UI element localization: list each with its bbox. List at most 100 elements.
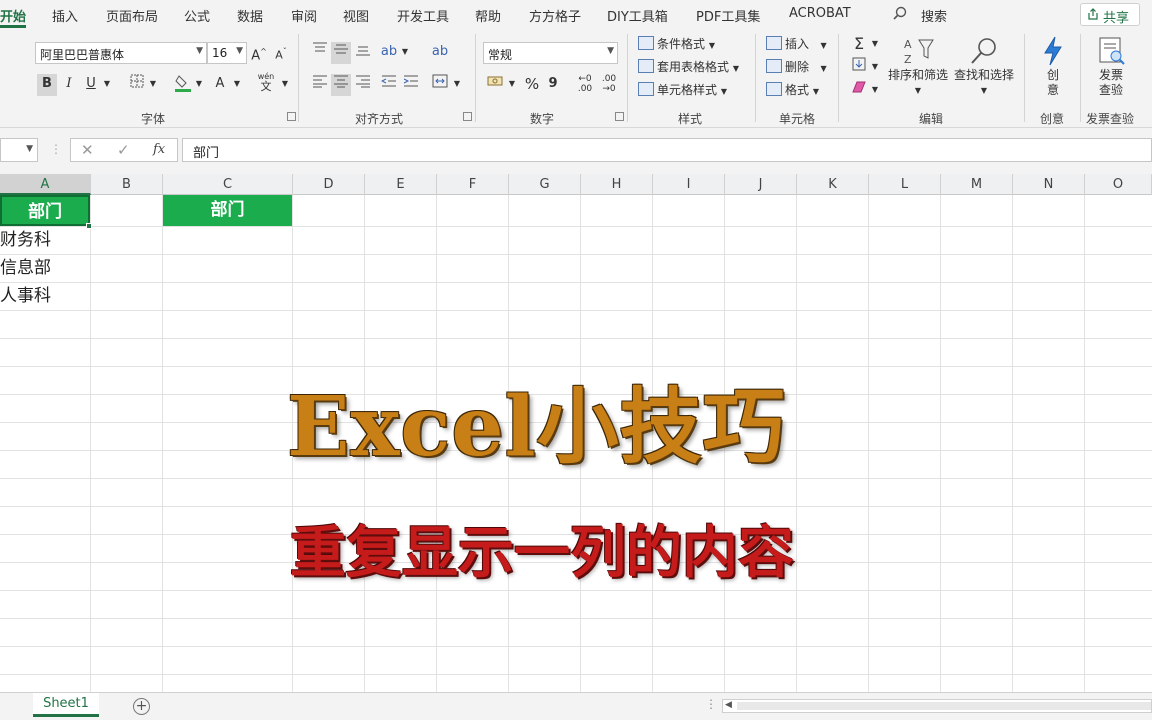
tab-view[interactable]: 视图 [343, 6, 369, 25]
column-header-e[interactable]: E [365, 174, 437, 195]
tab-help[interactable]: 帮助 [475, 6, 501, 25]
tab-fangfang[interactable]: 方方格子 [529, 6, 581, 25]
name-box[interactable]: ▼ [0, 138, 38, 162]
column-header-f[interactable]: F [437, 174, 509, 195]
tab-home[interactable]: 开始 [0, 6, 26, 25]
column-header-a[interactable]: A [0, 174, 91, 195]
font-size-select[interactable]: 16 ▼ [207, 42, 247, 64]
column-header-i[interactable]: I [653, 174, 725, 195]
tab-data[interactable]: 数据 [237, 6, 263, 25]
chevron-down-icon[interactable]: ▼ [507, 74, 517, 96]
chevron-down-icon[interactable]: ▼ [452, 74, 462, 96]
column-header-j[interactable]: J [725, 174, 797, 195]
align-middle-icon[interactable] [331, 42, 351, 64]
tab-diy-toolbox[interactable]: DIY工具箱 [607, 6, 668, 25]
add-sheet-icon[interactable]: + [133, 698, 150, 715]
font-dialog-launcher-icon[interactable] [287, 112, 296, 121]
increase-decimal-icon[interactable]: ←0.00 [575, 74, 595, 96]
horizontal-scrollbar[interactable]: ◀ [722, 699, 1152, 713]
search-icon[interactable] [893, 6, 907, 24]
column-header-c[interactable]: C [163, 174, 293, 195]
column-header-g[interactable]: G [509, 174, 581, 195]
underline-button[interactable]: U [82, 74, 100, 96]
font-name-select[interactable]: 阿里巴巴普惠体 ▼ [35, 42, 207, 64]
fill-color-icon[interactable] [174, 74, 192, 96]
tab-acrobat[interactable]: ACROBAT [789, 6, 851, 21]
cancel-icon[interactable]: ✕ [81, 141, 94, 159]
column-header-l[interactable]: L [869, 174, 941, 195]
chevron-down-icon[interactable]: ▼ [400, 42, 410, 64]
fill-icon[interactable] [850, 57, 868, 79]
tab-pdf-tools[interactable]: PDF工具集 [696, 6, 760, 25]
column-header-k[interactable]: K [797, 174, 869, 195]
chevron-down-icon[interactable]: ▼ [870, 34, 880, 56]
conditional-format-button[interactable]: 条件格式 ▼ [638, 34, 715, 56]
chevron-down-icon[interactable]: ▼ [232, 74, 242, 96]
number-dialog-launcher-icon[interactable] [615, 112, 624, 121]
column-header-h[interactable]: H [581, 174, 653, 195]
cell-a3[interactable]: 信息部 [0, 254, 51, 282]
increase-indent-icon[interactable] [401, 74, 421, 96]
wrap-text-icon[interactable]: ab [430, 42, 450, 64]
more-options-icon[interactable]: ⋮ [705, 697, 717, 711]
percent-style-button[interactable]: % [523, 74, 541, 96]
sheet-tab-sheet1[interactable]: Sheet1 [33, 693, 99, 717]
border-icon[interactable] [128, 74, 146, 96]
format-cells-button[interactable]: 格式 ▼ [766, 80, 819, 102]
cell-a4[interactable]: 人事科 [0, 282, 51, 310]
chevron-down-icon[interactable]: ▼ [194, 74, 204, 96]
fill-handle[interactable] [86, 223, 92, 229]
increase-font-icon[interactable]: A^ [251, 42, 267, 64]
font-color-icon[interactable]: A [212, 74, 228, 96]
align-top-icon[interactable] [310, 42, 330, 64]
chevron-down-icon[interactable]: ▼ [870, 57, 880, 79]
align-right-icon[interactable] [353, 74, 373, 96]
tab-developer[interactable]: 开发工具 [397, 6, 449, 25]
formula-input[interactable]: 部门 [182, 138, 1152, 162]
invoice-check-button[interactable]: 发票 查验 [1088, 36, 1134, 98]
clear-icon[interactable] [850, 80, 868, 102]
tab-insert[interactable]: 插入 [52, 6, 78, 25]
column-header-n[interactable]: N [1013, 174, 1085, 195]
cell-styles-button[interactable]: 单元格样式 ▼ [638, 80, 727, 102]
bold-button[interactable]: B [37, 74, 57, 96]
search-label[interactable]: 搜索 [921, 6, 947, 25]
text-orientation-icon[interactable]: ab [379, 42, 399, 64]
format-as-table-button[interactable]: 套用表格格式 ▼ [638, 57, 739, 79]
align-center-icon[interactable] [331, 74, 351, 96]
cell-c1[interactable]: 部门 [163, 195, 292, 226]
column-header-b[interactable]: B [91, 174, 163, 195]
italic-button[interactable]: I [60, 74, 78, 96]
column-header-d[interactable]: D [293, 174, 365, 195]
cell-a2[interactable]: 财务科 [0, 226, 51, 254]
sort-filter-button[interactable]: AZ 排序和筛选 ▼ [886, 36, 950, 98]
alignment-dialog-launcher-icon[interactable] [463, 112, 472, 121]
decrease-indent-icon[interactable] [379, 74, 399, 96]
cell-a1[interactable]: 部门 [0, 195, 90, 226]
autosum-icon[interactable]: Σ [850, 34, 868, 56]
column-header-o[interactable]: O [1085, 174, 1152, 195]
confirm-icon[interactable]: ✓ [117, 141, 130, 159]
formula-bar-grip-icon[interactable]: ⋮ [50, 142, 62, 156]
merge-center-icon[interactable] [430, 74, 450, 96]
creative-button[interactable]: 创 意 [1034, 36, 1072, 98]
insert-cells-button[interactable]: 插入 ▼ [766, 34, 827, 56]
share-button[interactable]: 共享 [1080, 3, 1140, 26]
find-select-button[interactable]: 查找和选择 ▼ [952, 36, 1016, 98]
chevron-down-icon[interactable]: ▼ [102, 74, 112, 96]
decrease-font-icon[interactable]: Aˇ [273, 42, 289, 64]
number-format-select[interactable]: 常规 ▼ [483, 42, 618, 64]
insert-function-icon[interactable]: fx [153, 142, 165, 157]
scrollbar-thumb[interactable] [737, 702, 1151, 710]
comma-style-button[interactable]: 9 [545, 74, 561, 96]
tab-formulas[interactable]: 公式 [184, 6, 210, 25]
chevron-down-icon[interactable]: ▼ [870, 80, 880, 102]
chevron-down-icon[interactable]: ▼ [148, 74, 158, 96]
column-header-m[interactable]: M [941, 174, 1013, 195]
decrease-decimal-icon[interactable]: .00 →0 [599, 74, 619, 96]
tab-review[interactable]: 审阅 [291, 6, 317, 25]
delete-cells-button[interactable]: 删除 ▼ [766, 57, 827, 79]
chevron-down-icon[interactable]: ▼ [280, 74, 290, 96]
align-left-icon[interactable] [310, 74, 330, 96]
tab-page-layout[interactable]: 页面布局 [106, 6, 158, 25]
